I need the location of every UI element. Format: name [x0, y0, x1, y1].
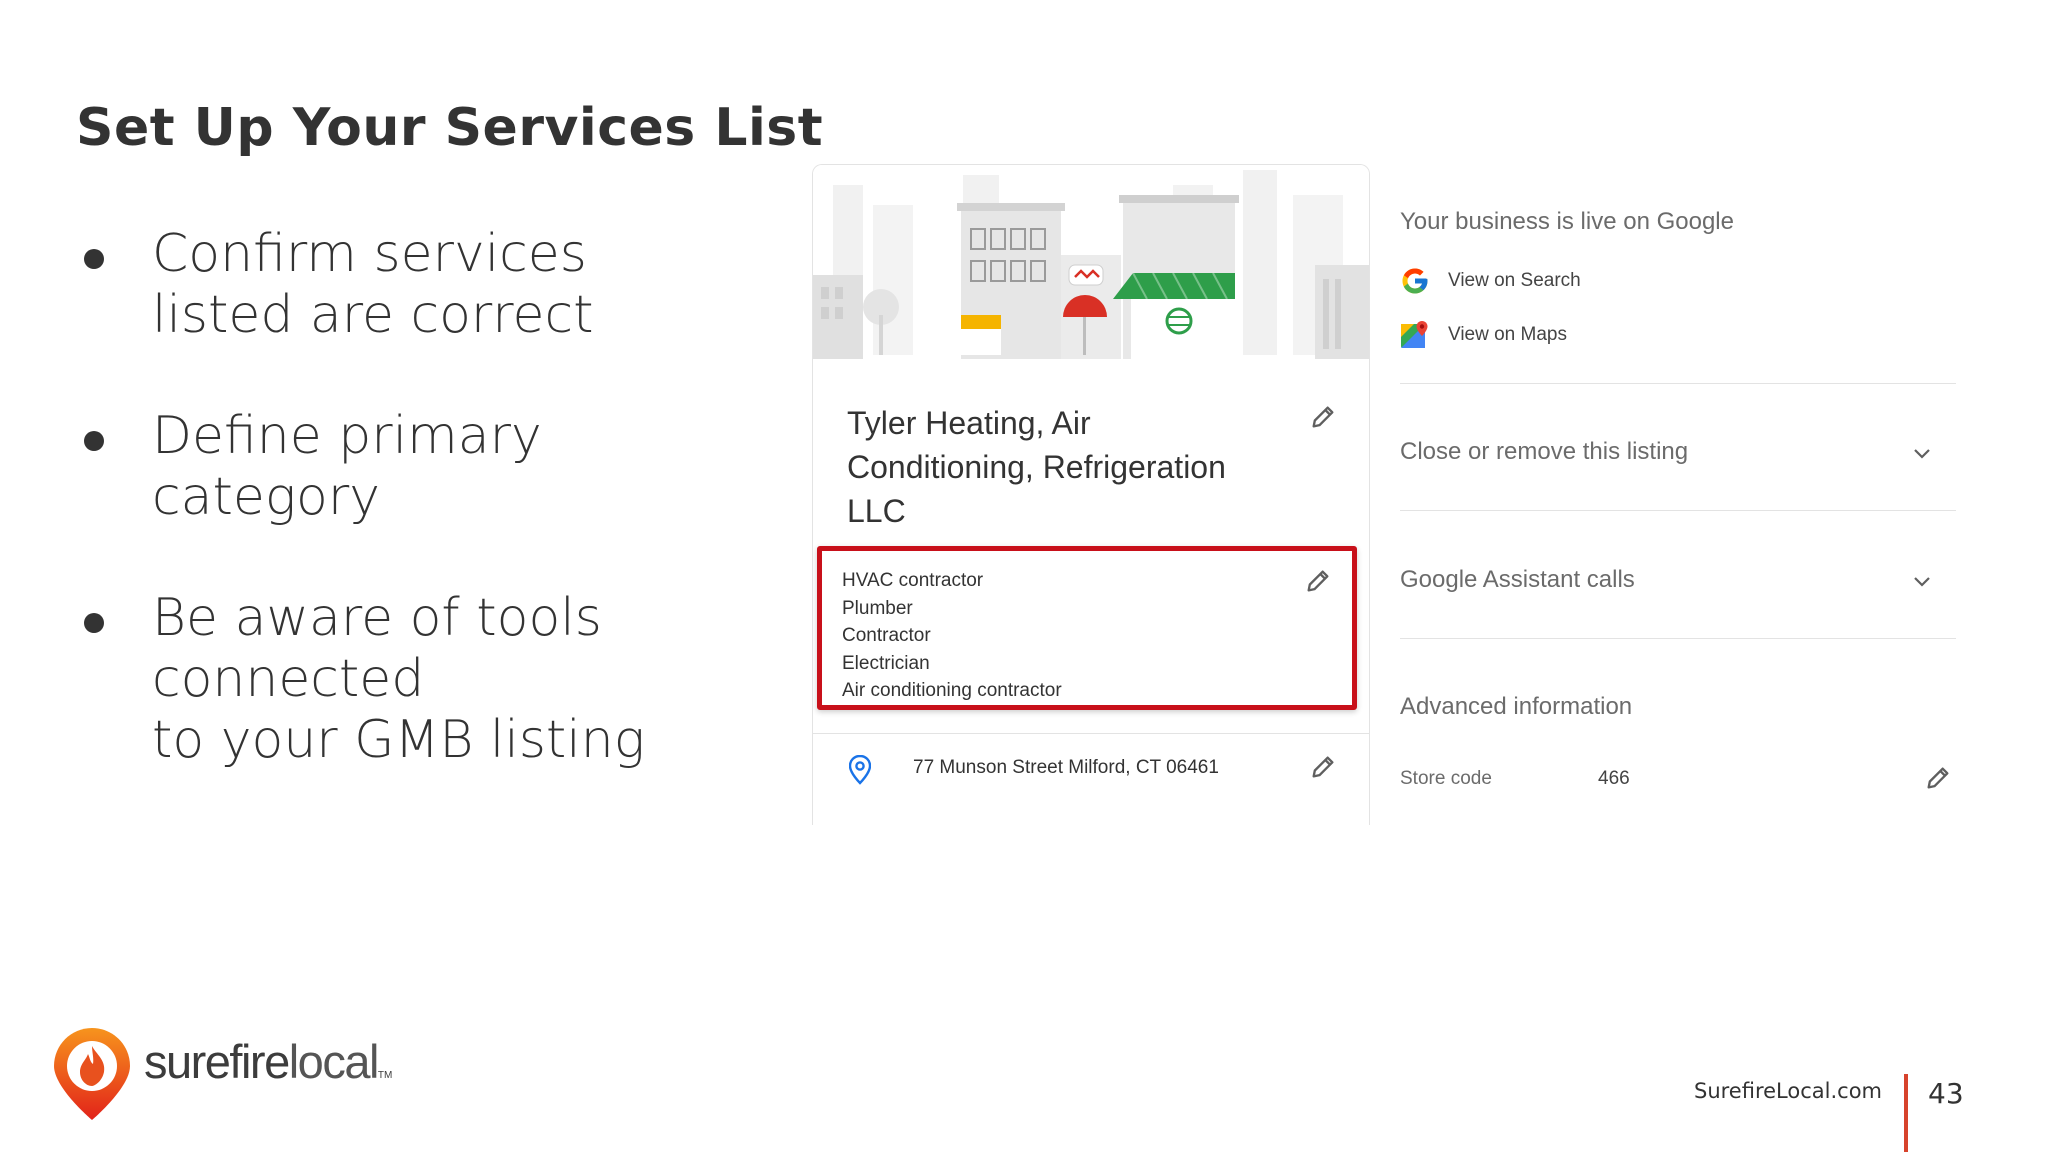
bullet-item: Be aware of tools connected to your GMB …	[84, 588, 645, 771]
store-code-value: 466	[1598, 768, 1630, 789]
edit-categories-pencil-icon[interactable]	[1304, 567, 1332, 595]
surefire-logo-icon	[54, 1028, 130, 1120]
right-panel: Your business is live on Google View on …	[1400, 164, 1960, 824]
bullet-text: Be aware of tools connected to your GMB …	[152, 588, 645, 770]
category-item: Plumber	[842, 597, 913, 619]
assistant-calls-row[interactable]: Google Assistant calls	[1400, 552, 1956, 612]
gmb-screenshot: Tyler Heating, Air Conditioning, Refrige…	[812, 164, 1962, 825]
brand-tm: TM	[377, 1070, 393, 1081]
panel-divider	[1400, 383, 1956, 384]
brand-light: local	[288, 1035, 380, 1088]
card-divider	[813, 733, 1369, 734]
storefront-illustration	[813, 165, 1369, 359]
address-text: 77 Munson Street Milford, CT 06461	[913, 757, 1219, 778]
bullet-dot	[84, 431, 104, 451]
view-on-maps-label: View on Maps	[1448, 324, 1567, 345]
view-on-maps-link[interactable]: View on Maps	[1400, 320, 1567, 350]
business-card: Tyler Heating, Air Conditioning, Refrige…	[812, 164, 1370, 825]
bullet-text: Confirm services listed are correct	[152, 224, 594, 345]
categories-highlight-box[interactable]: HVAC contractor Plumber Contractor Elect…	[817, 546, 1357, 710]
close-listing-row[interactable]: Close or remove this listing	[1400, 424, 1956, 484]
category-item: Contractor	[842, 625, 931, 646]
spacer	[1736, 164, 1764, 192]
business-name: Tyler Heating, Air Conditioning, Refrige…	[847, 405, 1226, 529]
address-row: 77 Munson Street Milford, CT 06461	[813, 735, 1369, 825]
assistant-calls-label: Google Assistant calls	[1400, 566, 1635, 593]
bullet-item: Confirm services listed are correct	[84, 224, 594, 346]
panel-divider	[1400, 638, 1956, 639]
google-maps-icon	[1401, 321, 1428, 348]
category-item: HVAC contractor	[842, 570, 984, 591]
store-code-label: Store code	[1400, 768, 1492, 789]
view-on-search-label: View on Search	[1448, 270, 1581, 291]
brand-wordmark: surefirelocalTM	[144, 1034, 392, 1089]
bullet-text: Define primary category	[152, 406, 542, 527]
edit-name-pencil-icon[interactable]	[1309, 403, 1337, 431]
live-on-google-heading: Your business is live on Google	[1400, 208, 1734, 235]
google-g-icon	[1402, 268, 1428, 294]
bullet-dot	[84, 249, 104, 269]
bullet-item: Define primary category	[84, 406, 542, 528]
bullet-dot	[84, 613, 104, 633]
advanced-info-row: Advanced information	[1400, 679, 1956, 739]
close-listing-label: Close or remove this listing	[1400, 438, 1689, 465]
location-pin-icon	[849, 755, 871, 785]
footer-site-url: SurefireLocal.com	[1694, 1079, 1883, 1103]
brand-bold: surefire	[144, 1035, 290, 1088]
edit-store-code-pencil-icon[interactable]	[1924, 764, 1952, 792]
panel-divider	[1400, 510, 1956, 511]
chevron-down-icon	[1914, 577, 1930, 587]
view-on-search-link[interactable]: View on Search	[1400, 266, 1581, 296]
advanced-info-label: Advanced information	[1400, 693, 1633, 720]
footer-accent-bar	[1904, 1074, 1908, 1152]
chevron-down-icon	[1914, 449, 1930, 459]
edit-address-pencil-icon[interactable]	[1309, 753, 1337, 781]
category-item: Electrician	[842, 652, 930, 674]
page-number: 43	[1928, 1077, 1964, 1110]
category-list: HVAC contractor Plumber Contractor Elect…	[842, 567, 1062, 705]
slide-title: Set Up Your Services List	[76, 98, 824, 158]
category-item: Air conditioning contractor	[842, 680, 1062, 701]
